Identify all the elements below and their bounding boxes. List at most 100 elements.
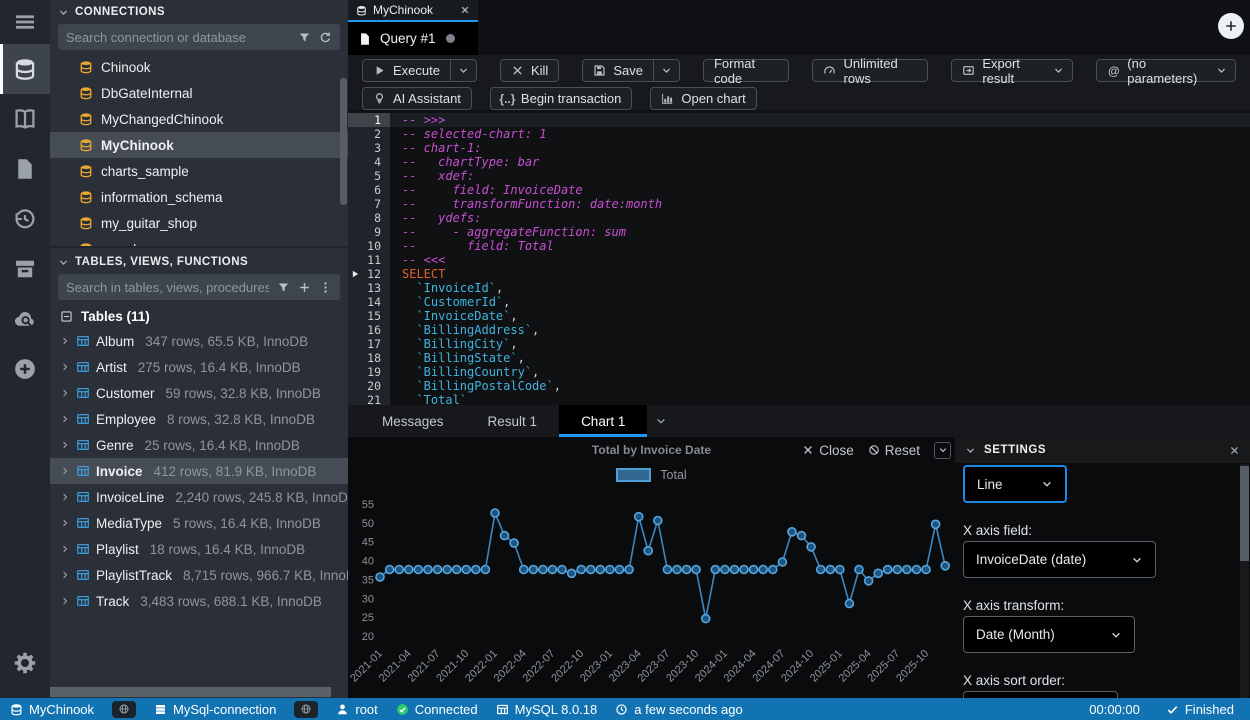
editor-line-10[interactable]: 10 -- field: Total — [348, 239, 1250, 253]
tables-search-input[interactable] — [66, 280, 269, 295]
chart-reset-button[interactable]: Reset — [868, 443, 920, 458]
statusbar-connection-name[interactable]: MySql-connection — [154, 702, 276, 717]
chevron-down-icon[interactable] — [965, 445, 976, 456]
editor-line-19[interactable]: 19 `BillingCountry`, — [348, 365, 1250, 379]
editor-line-7[interactable]: 7 -- transformFunction: date:month — [348, 197, 1250, 211]
connection-item[interactable]: mysql — [50, 236, 348, 248]
connection-item[interactable]: my_guitar_shop — [50, 210, 348, 236]
query-tab[interactable]: Query #1 — [348, 22, 478, 55]
editor-line-8[interactable]: 8 -- ydefs: — [348, 211, 1250, 225]
export-result-button[interactable]: Export result — [951, 59, 1073, 82]
table-item[interactable]: PlaylistTrack8,715 rows, 966.7 KB, InnoD… — [50, 562, 348, 588]
save-button[interactable]: Save — [582, 59, 680, 82]
editor-line-17[interactable]: 17 `BillingCity`, — [348, 337, 1250, 351]
collapse-icon[interactable] — [60, 310, 73, 323]
rail-item-archive[interactable] — [0, 244, 50, 294]
sidebar-horizontal-scrollbar[interactable] — [50, 686, 348, 698]
close-icon[interactable] — [1229, 445, 1240, 456]
table-item[interactable]: Customer59 rows, 32.8 KB, InnoDB — [50, 380, 348, 406]
table-item[interactable]: Employee8 rows, 32.8 KB, InnoDB — [50, 406, 348, 432]
unlimited-rows-button[interactable]: Unlimited rows — [812, 59, 928, 82]
editor-line-11[interactable]: 11 -- <<< — [348, 253, 1250, 267]
settings-scrollbar[interactable] — [1240, 464, 1249, 698]
table-item[interactable]: Genre25 rows, 16.4 KB, InnoDB — [50, 432, 348, 458]
table-item[interactable]: Artist275 rows, 16.4 KB, InnoDB — [50, 354, 348, 380]
chevron-right-icon[interactable] — [60, 362, 70, 372]
editor-line-6[interactable]: 6 -- field: InvoiceDate — [348, 183, 1250, 197]
rail-item-menu[interactable] — [0, 0, 50, 44]
editor-line-14[interactable]: 14 `CustomerId`, — [348, 295, 1250, 309]
refresh-icon[interactable] — [319, 31, 332, 44]
editor-line-3[interactable]: 3 -- chart-1: — [348, 141, 1250, 155]
chevron-right-icon[interactable] — [60, 414, 70, 424]
settings-button[interactable] — [0, 638, 50, 688]
chart-menu-button[interactable] — [934, 442, 951, 459]
ai-assistant-button[interactable]: AI Assistant — [362, 87, 472, 110]
editor-line-18[interactable]: 18 `BillingState`, — [348, 351, 1250, 365]
rail-item-add[interactable] — [0, 344, 50, 394]
connection-item[interactable]: Chinook — [50, 54, 348, 80]
chevron-right-icon[interactable] — [60, 570, 70, 580]
rail-item-history[interactable] — [0, 194, 50, 244]
table-item[interactable]: InvoiceLine2,240 rows, 245.8 KB, InnoDB — [50, 484, 348, 510]
connection-item[interactable]: MyChinook — [50, 132, 348, 158]
editor-line-16[interactable]: 16 `BillingAddress`, — [348, 323, 1250, 337]
more-options-icon[interactable] — [319, 281, 332, 294]
scrollbar-thumb[interactable] — [50, 687, 331, 697]
chevron-right-icon[interactable] — [60, 492, 70, 502]
rail-item-databases[interactable] — [0, 44, 50, 94]
chevron-right-icon[interactable] — [60, 440, 70, 450]
open-chart-button[interactable]: Open chart — [650, 87, 756, 110]
new-tab-button[interactable] — [1218, 13, 1244, 39]
statusbar-connection-status[interactable]: Connected — [396, 702, 478, 717]
chevron-right-icon[interactable] — [60, 388, 70, 398]
editor-line-13[interactable]: 13 `InvoiceId`, — [348, 281, 1250, 295]
tab-chart-1[interactable]: Chart 1 — [559, 405, 647, 437]
chart-type-select[interactable]: Line — [963, 465, 1067, 503]
editor-line-1[interactable]: 1 -- >>> — [348, 113, 1250, 127]
connection-item[interactable]: MyChangedChinook — [50, 106, 348, 132]
editor-line-5[interactable]: 5 -- xdef: — [348, 169, 1250, 183]
scrollbar-thumb[interactable] — [1240, 466, 1249, 561]
format-code-button[interactable]: Format code — [703, 59, 790, 82]
begin-transaction-button[interactable]: {..}Begin transaction — [490, 87, 632, 110]
chevron-right-icon[interactable] — [60, 544, 70, 554]
filter-icon[interactable] — [298, 31, 311, 44]
connections-header[interactable]: CONNECTIONS — [50, 0, 348, 20]
connections-search-input[interactable] — [66, 30, 290, 45]
statusbar-database-name[interactable]: MyChinook — [10, 702, 94, 717]
table-item[interactable]: MediaType5 rows, 16.4 KB, InnoDB — [50, 510, 348, 536]
tab-messages[interactable]: Messages — [360, 405, 466, 437]
database-tab-mychinook[interactable]: MyChinook — [348, 0, 478, 22]
chart-legend[interactable]: Total — [348, 463, 955, 487]
tab-result-1[interactable]: Result 1 — [466, 405, 560, 437]
table-item[interactable]: Playlist18 rows, 16.4 KB, InnoDB — [50, 536, 348, 562]
no-parameters-button[interactable]: @(no parameters) — [1096, 59, 1236, 82]
sql-editor[interactable]: 1 -- >>> 2 -- selected-chart: 1 3 -- cha… — [348, 110, 1250, 405]
statusbar-last-activity[interactable]: a few seconds ago — [615, 702, 742, 717]
table-item[interactable]: Album347 rows, 65.5 KB, InnoDB — [50, 328, 348, 354]
rail-item-closed-tabs[interactable] — [0, 144, 50, 194]
statusbar-user[interactable]: root — [336, 702, 377, 717]
close-icon[interactable] — [460, 5, 470, 15]
tabs-menu-icon[interactable] — [655, 415, 667, 427]
filter-icon[interactable] — [277, 281, 290, 294]
editor-line-12[interactable]: 12 SELECT — [348, 267, 1250, 281]
execute-dropdown[interactable] — [451, 60, 476, 81]
editor-line-15[interactable]: 15 `InvoiceDate`, — [348, 309, 1250, 323]
rail-item-query-history[interactable] — [0, 94, 50, 144]
chevron-right-icon[interactable] — [60, 336, 70, 346]
connection-item[interactable]: information_schema — [50, 184, 348, 210]
editor-line-20[interactable]: 20 `BillingPostalCode`, — [348, 379, 1250, 393]
x-axis-sort-order-select[interactable] — [963, 691, 1118, 698]
tables-header[interactable]: TABLES, VIEWS, FUNCTIONS — [50, 250, 348, 270]
chevron-right-icon[interactable] — [60, 596, 70, 606]
tables-group[interactable]: Tables (11) — [50, 304, 348, 328]
connections-scrollbar[interactable] — [340, 78, 347, 205]
x-axis-transform-select[interactable]: Date (Month) — [963, 616, 1135, 653]
editor-line-9[interactable]: 9 -- - aggregateFunction: sum — [348, 225, 1250, 239]
plus-icon[interactable] — [298, 281, 311, 294]
table-item[interactable]: Invoice412 rows, 81.9 KB, InnoDB — [50, 458, 348, 484]
rail-item-cloud[interactable] — [0, 294, 50, 344]
x-axis-field-select[interactable]: InvoiceDate (date) — [963, 541, 1156, 578]
